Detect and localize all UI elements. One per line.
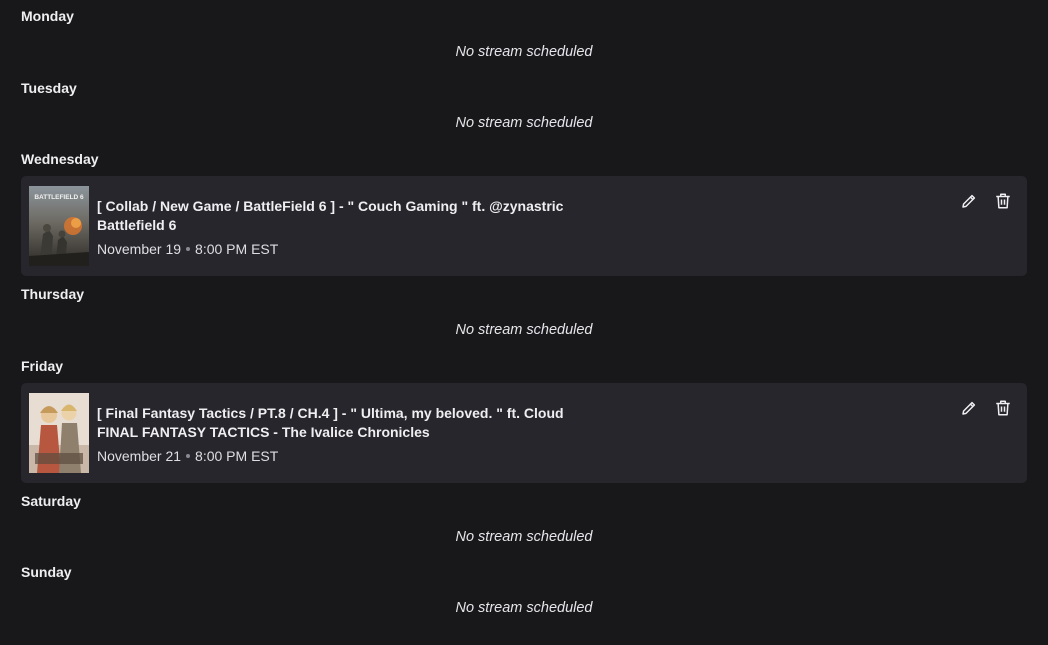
day-heading-friday: Friday (21, 358, 64, 374)
edit-button[interactable] (959, 398, 979, 418)
stream-date: November 19 (97, 241, 182, 257)
pencil-icon (962, 194, 976, 208)
stream-title: [ Final Fantasy Tactics / PT.8 / CH.4 ] … (97, 405, 564, 421)
day-heading-monday: Monday (21, 8, 74, 24)
pencil-icon (962, 401, 976, 415)
stream-time: 8:00 PM EST (195, 241, 279, 257)
stream-datetime: November 19 8:00 PM EST (97, 240, 937, 258)
no-stream-message: No stream scheduled (455, 322, 593, 338)
day-heading-wednesday: Wednesday (21, 151, 99, 167)
day-heading-saturday: Saturday (21, 493, 81, 509)
game-name[interactable]: FINAL FANTASY TACTICS - The Ivalice Chro… (97, 423, 937, 442)
separator-dot (186, 454, 191, 459)
day-heading-sunday: Sunday (21, 564, 72, 580)
game-box-art (29, 393, 89, 473)
trash-icon (996, 193, 1010, 209)
stream-time: 8:00 PM EST (195, 448, 279, 464)
no-stream-message: No stream scheduled (455, 600, 593, 616)
no-stream-message: No stream scheduled (455, 115, 593, 131)
trash-icon (996, 400, 1010, 416)
day-heading-thursday: Thursday (21, 286, 85, 302)
game-name[interactable]: Battlefield 6 (97, 216, 937, 235)
day-heading-tuesday: Tuesday (21, 80, 77, 96)
box-art-title: BATTLEFIELD 6 (34, 194, 84, 201)
stream-datetime: November 21 8:00 PM EST (97, 447, 937, 465)
no-stream-message: No stream scheduled (455, 529, 593, 545)
game-box-art: BATTLEFIELD 6 (29, 186, 89, 266)
separator-dot (186, 247, 191, 252)
no-stream-message: No stream scheduled (455, 44, 593, 60)
edit-button[interactable] (959, 191, 979, 211)
stream-title: [ Collab / New Game / BattleField 6 ] - … (97, 198, 564, 214)
stream-date: November 21 (97, 448, 182, 464)
delete-button[interactable] (993, 398, 1013, 418)
stream-schedule: Monday No stream scheduled Tuesday No st… (0, 0, 1048, 645)
battlefield-box-art-image: BATTLEFIELD 6 (29, 186, 89, 266)
delete-button[interactable] (993, 191, 1013, 211)
schedule-segment-card: [ Final Fantasy Tactics / PT.8 / CH.4 ] … (21, 383, 1027, 483)
schedule-segment-card: BATTLEFIELD 6 [ Collab / New Game / Batt… (21, 176, 1027, 276)
final-fantasy-box-art-image (29, 393, 89, 473)
